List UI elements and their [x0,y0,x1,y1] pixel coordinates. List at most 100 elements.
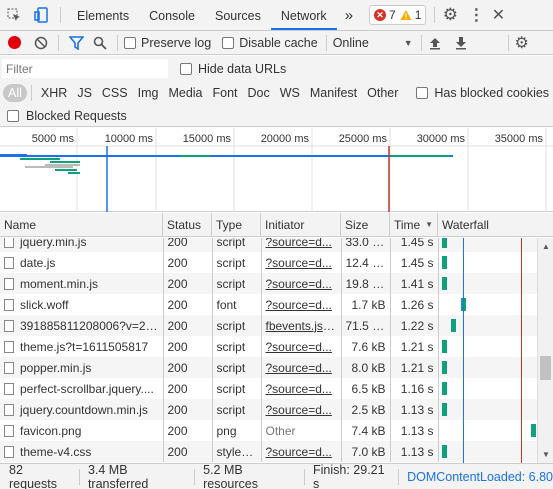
filter-type-all[interactable]: All [3,84,27,102]
request-time: 1.21 s [390,336,439,357]
table-row[interactable]: theme-v4.css 200 styles... ?source=d... 7.0 … [0,441,537,462]
settings-gear-icon[interactable]: ⚙ [435,0,465,30]
request-name-cell[interactable]: favicon.png [0,420,164,441]
waterfall-bar [441,277,447,290]
request-status: 200 [163,399,213,420]
throttle-select[interactable]: Online ▼ [333,36,413,50]
column-header-time[interactable]: Time ▼ [390,212,438,237]
column-header-name[interactable]: Name [0,212,163,237]
scrollbar-thumb[interactable] [540,356,551,380]
record-icon[interactable] [0,31,28,55]
request-size: 8.0 kB [341,357,391,378]
tab-sources[interactable]: Sources [205,1,271,30]
request-name-cell[interactable]: jquery.countdown.min.js [0,399,164,420]
tab-elements[interactable]: Elements [67,1,139,30]
table-row[interactable]: jquery.min.js 200 script ?source=d... 33.0 k… [0,238,537,252]
more-tabs-button[interactable]: » [337,1,361,30]
request-name-cell[interactable]: moment.min.js [0,273,164,294]
request-status: 200 [163,420,213,441]
resource-type-filters: All XHR JS CSS Img Media Font Doc WS Man… [0,81,553,105]
filter-type-img[interactable]: Img [133,84,164,102]
request-name-cell[interactable]: date.js [0,252,164,273]
filter-type-manifest[interactable]: Manifest [305,84,362,102]
network-settings-gear-icon[interactable]: ⚙ [509,31,535,55]
filter-type-media[interactable]: Media [163,84,207,102]
table-row[interactable]: favicon.png 200 png Other 7.4 kB 1.13 s [0,420,537,441]
column-header-status[interactable]: Status [163,212,212,237]
request-initiator[interactable]: ?source=d... [261,441,342,462]
request-type: script [212,238,262,252]
table-row[interactable]: perfect-scrollbar.jquery.... 200 script ?so… [0,378,537,399]
request-initiator[interactable]: ?source=d... [261,336,342,357]
scroll-down-arrow-icon[interactable]: ▼ [542,450,550,459]
clear-icon[interactable] [28,31,54,55]
search-icon[interactable] [89,31,111,55]
request-initiator[interactable]: ?source=d... [261,378,342,399]
preserve-log-checkbox[interactable] [124,36,136,49]
waterfall-bar [450,319,456,332]
request-initiator[interactable]: ?source=d... [261,273,342,294]
dom-content-loaded-time: DOMContentLoaded: 6.80 [407,469,553,484]
table-scrollbar[interactable]: ▲ ▼ [537,238,553,463]
column-header-type[interactable]: Type [212,212,261,237]
overview-timeline[interactable]: 5000 ms 10000 ms 15000 ms 20000 ms 25000… [0,128,553,212]
filter-type-css[interactable]: CSS [97,84,133,102]
issues-counter[interactable]: ✕ 7 1 [369,5,427,25]
request-name-cell[interactable]: popper.min.js [0,357,164,378]
filter-icon[interactable] [63,31,89,55]
request-name-cell[interactable]: 391885811208006?v=2.... [0,315,164,336]
request-initiator[interactable]: ?source=d... [261,252,342,273]
table-row[interactable]: popper.min.js 200 script ?source=d... 8.0 kB… [0,357,537,378]
request-name-cell[interactable]: theme.js?t=1611505817 [0,336,164,357]
request-name-cell[interactable]: theme-v4.css [0,441,164,462]
hide-data-urls-checkbox[interactable] [180,62,192,75]
scroll-up-arrow-icon[interactable]: ▲ [542,242,550,251]
table-row[interactable]: date.js 200 script ?source=d... 12.4 kB 1.45 … [0,252,537,273]
column-header-waterfall[interactable]: Waterfall [438,213,553,237]
request-initiator[interactable]: ?source=d... [261,399,342,420]
close-devtools-icon[interactable]: ✕ [487,0,509,30]
blocked-requests-checkbox[interactable] [7,109,19,122]
request-initiator[interactable]: Other [261,420,342,441]
kebab-menu-icon[interactable]: ⋮ [465,0,487,30]
request-name-cell[interactable]: jquery.min.js [0,238,164,252]
request-initiator[interactable]: fbevents.js:23 [261,315,342,336]
request-time: 1.22 s [390,315,439,336]
column-header-time-label: Time [394,217,421,232]
requests-table: jquery.min.js 200 script ?source=d... 33.0 k… [0,238,537,462]
import-har-icon[interactable] [422,31,448,55]
device-toolbar-icon[interactable] [28,0,54,30]
filter-type-font[interactable]: Font [208,84,243,102]
request-initiator[interactable]: ?source=d... [261,357,342,378]
filter-type-doc[interactable]: Doc [243,84,275,102]
column-header-initiator[interactable]: Initiator [261,212,341,237]
filter-type-js[interactable]: JS [72,84,97,102]
filter-input[interactable] [2,59,168,78]
request-size: 33.0 kB [341,238,391,252]
overview-tick-label: 20000 ms [260,133,309,145]
inspect-element-icon[interactable] [0,0,28,30]
column-header-size[interactable]: Size [341,212,390,237]
tab-console[interactable]: Console [139,1,205,30]
filter-type-ws[interactable]: WS [275,84,305,102]
file-icon [4,424,14,437]
disable-cache-checkbox[interactable] [222,36,235,49]
finish-time: Finish: 29.21 s [313,462,385,489]
request-name-cell[interactable]: slick.woff [0,294,164,315]
filter-type-xhr[interactable]: XHR [36,84,72,102]
has-blocked-cookies-checkbox[interactable] [416,87,429,99]
table-row[interactable]: slick.woff 200 font ?source=d... 1.7 kB 1.26 … [0,294,537,315]
request-size: 2.5 kB [341,399,391,420]
table-row[interactable]: theme.js?t=1611505817 200 script ?source=d.… [0,336,537,357]
request-name-cell[interactable]: perfect-scrollbar.jquery.... [0,378,164,399]
table-row[interactable]: jquery.countdown.min.js 200 script ?source=… [0,399,537,420]
export-har-icon[interactable] [448,31,474,55]
tab-network[interactable]: Network [270,1,337,30]
waterfall-bar [441,361,447,374]
request-initiator[interactable]: ?source=d... [261,294,342,315]
table-row[interactable]: moment.min.js 200 script ?source=d... 19.8 k… [0,273,537,294]
filter-type-other[interactable]: Other [362,84,403,102]
request-initiator[interactable]: ?source=d... [261,238,342,252]
table-row[interactable]: 391885811208006?v=2.... 200 script fbevents… [0,315,537,336]
request-time: 1.13 s [390,420,439,441]
